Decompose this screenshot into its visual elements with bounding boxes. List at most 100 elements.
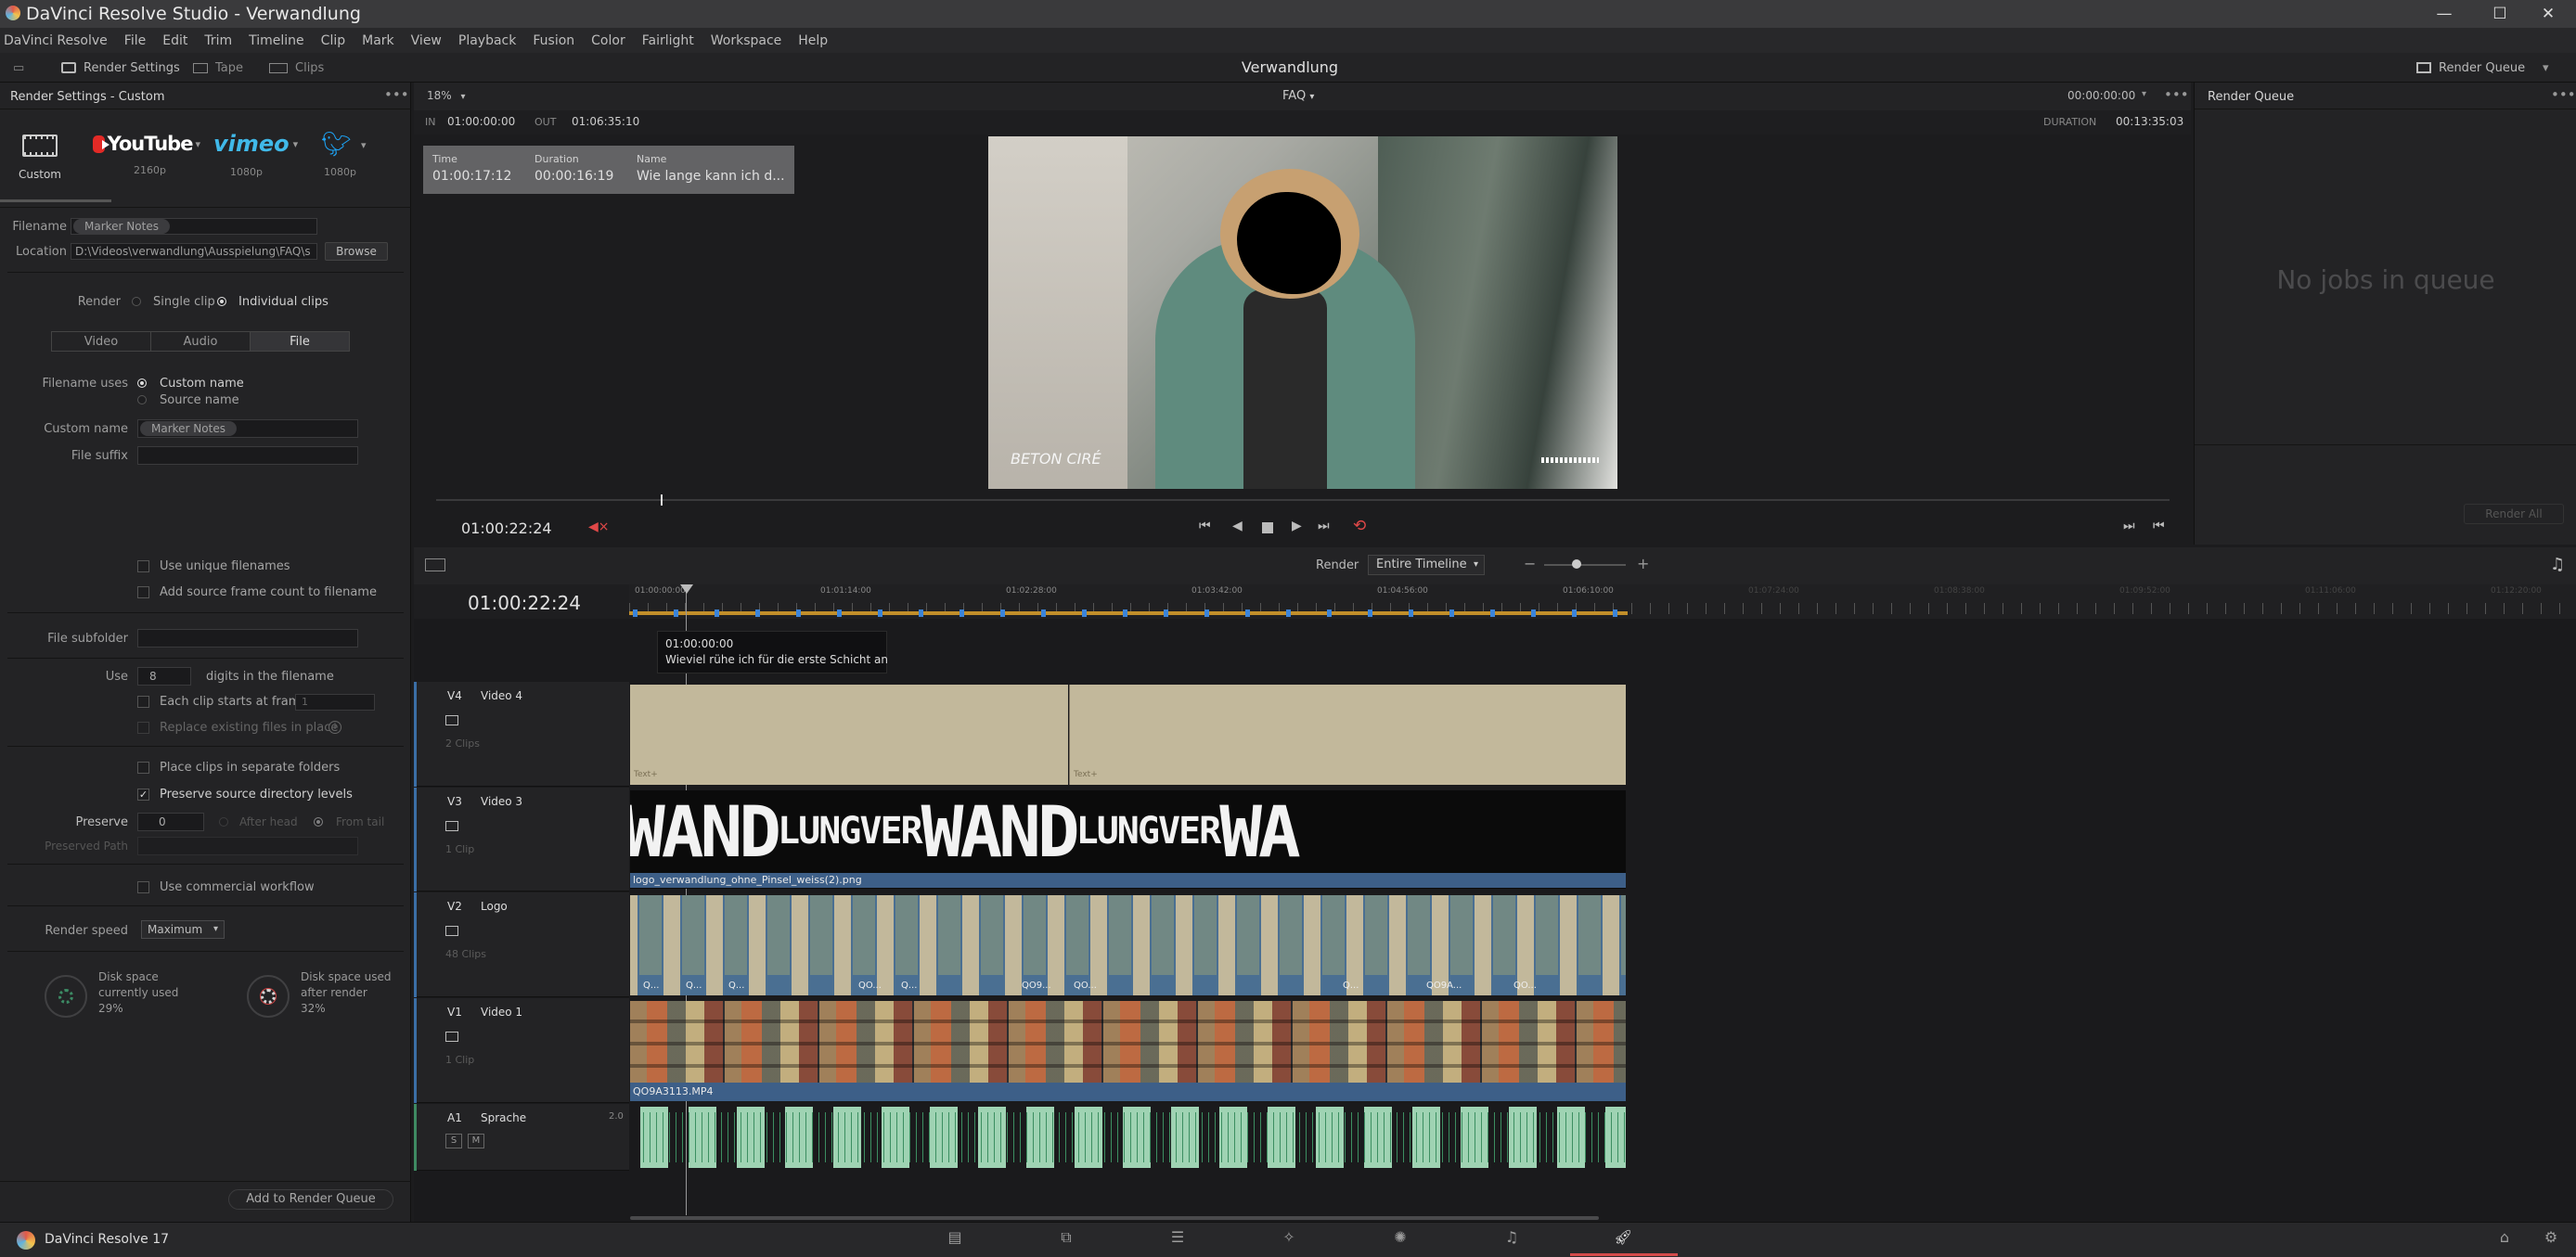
from-tail-radio[interactable] <box>314 817 323 827</box>
preset-twitter[interactable]: 🐦︎ ▾ 1080p <box>321 133 386 178</box>
first-frame-button[interactable]: ⏮ <box>1199 519 1211 533</box>
logo-clips-strip[interactable]: Q... Q... Q... QO... Q... QO9... QO... Q… <box>630 895 1626 995</box>
preset-vimeo[interactable]: vimeo ▾ 1080p <box>213 131 298 178</box>
timeline-view-icon[interactable] <box>425 558 445 571</box>
track-header-v2[interactable]: V2 Logo 48 Clips <box>414 892 629 997</box>
queue-options-icon[interactable]: ••• <box>2551 86 2576 103</box>
preset-scrollbar[interactable] <box>0 199 111 202</box>
track-header-v4[interactable]: V4 Video 4 2 Clips <box>414 682 629 787</box>
media-page-icon[interactable]: ▤ <box>941 1228 969 1251</box>
track-enable-icon[interactable] <box>445 926 458 936</box>
mute-icon[interactable]: ◀× <box>588 519 610 534</box>
preserve-source-checkbox[interactable]: ✓ <box>137 789 149 801</box>
prev-frame-button[interactable]: ◀ <box>1232 519 1243 533</box>
unique-filenames-checkbox[interactable] <box>137 560 149 572</box>
menu-help[interactable]: Help <box>790 33 836 48</box>
tab-audio[interactable]: Audio <box>151 332 251 351</box>
deliver-page-icon[interactable]: 🚀︎ <box>1609 1228 1637 1251</box>
menu-color[interactable]: Color <box>583 33 634 48</box>
settings-gear-icon[interactable]: ⚙ <box>2537 1228 2565 1251</box>
viewer-timecode[interactable]: 00:00:00:00 <box>2067 89 2135 102</box>
viewer-options-icon[interactable]: ••• <box>2164 86 2189 103</box>
preserved-path-field[interactable] <box>137 837 358 855</box>
render-all-button[interactable]: Render All <box>2464 504 2564 524</box>
menu-edit[interactable]: Edit <box>154 33 196 48</box>
preserve-stepper[interactable]: 0 <box>137 813 204 831</box>
text-clip[interactable]: Text+ <box>630 685 1068 785</box>
menu-mark[interactable]: Mark <box>354 33 403 48</box>
render-speed-select[interactable]: Maximum ▾ <box>141 920 225 939</box>
tab-file[interactable]: File <box>251 332 349 351</box>
solo-button[interactable]: S <box>445 1134 462 1148</box>
custom-name-radio[interactable] <box>137 378 147 388</box>
expand-icon[interactable]: ▾ <box>2543 53 2549 83</box>
track-header-v3[interactable]: V3 Video 3 1 Clip <box>414 788 629 891</box>
replace-existing-checkbox[interactable] <box>137 722 149 734</box>
tab-video[interactable]: Video <box>52 332 151 351</box>
add-frame-count-checkbox[interactable] <box>137 586 149 598</box>
chevron-down-icon[interactable]: ▾ <box>2142 89 2146 99</box>
zoom-slider[interactable] <box>1544 564 1626 566</box>
each-clip-checkbox[interactable] <box>137 696 149 708</box>
mute-button[interactable]: M <box>468 1134 484 1148</box>
track-enable-icon[interactable] <box>445 715 458 725</box>
text-clip[interactable]: Text+ <box>1069 685 1626 785</box>
last-frame-button[interactable]: ⏭ <box>1318 519 1330 533</box>
track-header-v1[interactable]: V1 Video 1 1 Clip <box>414 998 629 1103</box>
menu-davinci[interactable]: DaVinci Resolve <box>0 33 116 48</box>
playhead-handle[interactable] <box>680 584 693 594</box>
menu-playback[interactable]: Playback <box>450 33 524 48</box>
add-to-render-queue-button[interactable]: Add to Render Queue <box>228 1189 393 1210</box>
panel-options-icon[interactable]: ••• <box>384 86 409 103</box>
commercial-workflow-checkbox[interactable] <box>137 881 149 893</box>
minimize-button[interactable]: — <box>2416 0 2472 28</box>
zoom-out-icon[interactable]: − <box>1524 555 1536 572</box>
track-enable-icon[interactable] <box>445 821 458 831</box>
start-frame-field[interactable]: 1 <box>295 694 375 711</box>
logo-clip[interactable]: WAND LUNGVER WAND LUNGVER WA logo_verwan… <box>630 790 1626 889</box>
info-icon[interactable]: i <box>328 721 341 734</box>
separate-folders-checkbox[interactable] <box>137 762 149 774</box>
cut-page-icon[interactable]: ⧉ <box>1052 1228 1080 1251</box>
zoom-in-icon[interactable]: + <box>1637 555 1649 572</box>
menu-timeline[interactable]: Timeline <box>240 33 313 48</box>
menu-fusion[interactable]: Fusion <box>524 33 583 48</box>
clips-toggle[interactable]: Clips <box>269 53 324 83</box>
next-clip-button[interactable]: ⏭ <box>2123 519 2135 533</box>
source-name-radio[interactable] <box>137 395 147 404</box>
play-button[interactable]: ▶ <box>1292 519 1302 533</box>
color-page-icon[interactable]: ✺ <box>1386 1228 1414 1251</box>
after-head-radio[interactable] <box>219 817 228 827</box>
stop-button[interactable] <box>1262 522 1273 533</box>
file-suffix-field[interactable] <box>137 446 358 465</box>
maximize-button[interactable]: ☐ <box>2472 0 2528 28</box>
timeline-select[interactable]: FAQ ▾ <box>1282 89 1314 103</box>
audio-clips-strip[interactable] <box>640 1107 1626 1168</box>
digits-stepper[interactable]: 8 <box>137 667 191 686</box>
tape-toggle[interactable]: Tape <box>193 53 243 83</box>
fairlight-page-icon[interactable]: ♫ <box>1498 1228 1526 1251</box>
video-clip[interactable]: QO9A3113.MP4 <box>630 1001 1626 1101</box>
preset-youtube[interactable]: YouTube ▾ 2160p <box>93 133 200 176</box>
filename-field[interactable]: Marker Notes <box>71 218 317 235</box>
location-field[interactable]: D:\Videos\verwandlung\Ausspielung\FAQ\s <box>71 243 317 260</box>
edit-page-icon[interactable]: ☰ <box>1164 1228 1191 1251</box>
loop-icon[interactable]: ⟲ <box>1353 517 1366 535</box>
timeline-scrollbar[interactable] <box>630 1216 1599 1220</box>
zoom-slider-knob[interactable] <box>1572 559 1581 569</box>
render-range-select[interactable]: Entire Timeline ▾ <box>1368 555 1485 575</box>
browse-button[interactable]: Browse <box>325 242 388 261</box>
fusion-page-icon[interactable]: ✧ <box>1275 1228 1303 1251</box>
menu-clip[interactable]: Clip <box>313 33 354 48</box>
prev-clip-button[interactable]: ⏮ <box>2153 519 2165 533</box>
menu-file[interactable]: File <box>116 33 154 48</box>
zoom-select[interactable]: 18% ▾ <box>427 89 466 102</box>
ruler[interactable]: 01:00:00:00 01:01:14:00 01:02:28:00 01:0… <box>629 584 2576 619</box>
close-button[interactable]: ✕ <box>2520 0 2576 28</box>
individual-clips-radio[interactable] <box>217 297 226 306</box>
file-subfolder-field[interactable] <box>137 629 358 648</box>
render-settings-toggle[interactable]: Render Settings <box>61 53 180 83</box>
music-note-icon[interactable]: ♫ <box>2550 555 2565 574</box>
home-icon[interactable]: ⌂ <box>2491 1228 2518 1251</box>
single-clip-radio[interactable] <box>132 297 141 306</box>
